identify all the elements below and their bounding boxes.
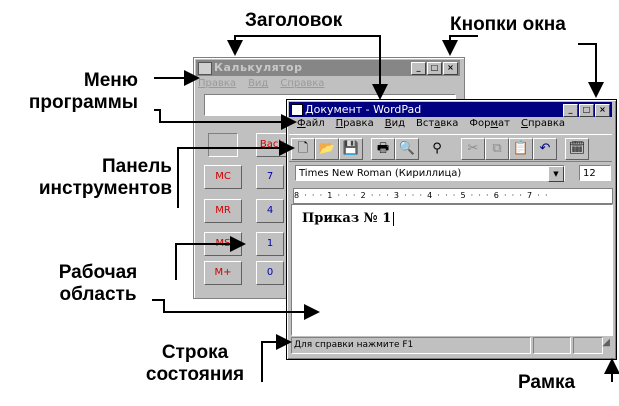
arrow-window-buttons-wordpad: [578, 43, 604, 98]
arrow-workarea-calc: [175, 236, 246, 280]
callout-frame: Рамка: [518, 372, 576, 393]
callout-status: Строка состояния: [145, 342, 245, 385]
callout-title: Заголовок: [245, 10, 343, 31]
callout-arrows: [152, 35, 619, 382]
arrow-window-buttons-calc: [442, 35, 478, 56]
arrow-title-calc: [227, 35, 262, 56]
callout-window-buttons: Кнопки окна: [450, 14, 566, 35]
arrow-menu-wordpad: [154, 109, 297, 130]
arrow-title-wordpad: [262, 35, 388, 100]
callout-menu: Меню программы: [28, 70, 138, 113]
arrow-status: [261, 334, 292, 382]
callout-workarea: Рабочая область: [58, 262, 138, 305]
callout-toolbar: Панель инструментов: [38, 156, 172, 199]
arrow-toolbar: [177, 140, 295, 208]
arrow-workarea-wordpad: [152, 299, 320, 320]
